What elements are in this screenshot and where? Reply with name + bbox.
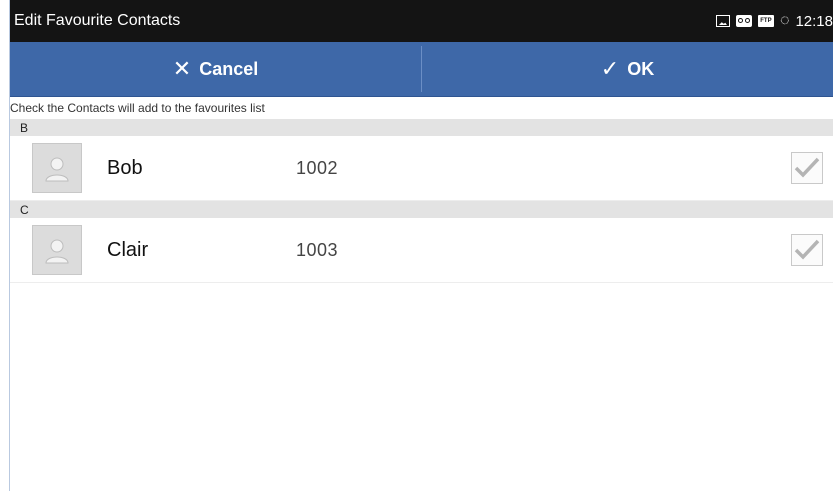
avatar <box>32 225 82 275</box>
check-icon: ✓ <box>600 56 620 81</box>
contact-name: Clair <box>107 238 149 261</box>
instruction-text: Check the Contacts will add to the favou… <box>10 101 265 115</box>
voicemail-icon <box>735 15 752 27</box>
clock: 12:18 <box>795 12 833 30</box>
ok-label: OK <box>627 58 655 79</box>
close-icon: ✕ <box>172 56 192 81</box>
favourite-checkbox[interactable] <box>791 234 823 266</box>
section-header-b: B <box>10 119 833 136</box>
cancel-button[interactable]: ✕ Cancel <box>10 42 421 96</box>
contact-name: Bob <box>107 156 143 179</box>
contact-row-bob[interactable]: Bob 1002 <box>10 136 833 201</box>
action-bar: ✕ Cancel ✓ OK <box>10 42 833 97</box>
sync-icon: ◌ <box>779 12 790 29</box>
contact-number: 1002 <box>296 157 339 178</box>
app-window: Edit Favourite Contacts FTP ◌ 12:18 ✕ Ca… <box>10 0 833 491</box>
person-icon <box>45 157 69 182</box>
status-bar: Edit Favourite Contacts FTP ◌ 12:18 <box>10 0 833 42</box>
checkmark-icon <box>794 157 820 178</box>
status-icons: FTP ◌ 12:18 <box>715 12 833 30</box>
favourite-checkbox[interactable] <box>791 152 823 184</box>
image-icon <box>715 15 730 27</box>
checkmark-icon <box>794 239 820 260</box>
ok-button[interactable]: ✓ OK <box>422 42 833 96</box>
screen-title: Edit Favourite Contacts <box>14 12 181 29</box>
contact-row-clair[interactable]: Clair 1003 <box>10 218 833 283</box>
avatar <box>32 143 82 193</box>
person-icon <box>45 239 69 264</box>
section-header-c: C <box>10 201 833 218</box>
cancel-label: Cancel <box>199 58 259 79</box>
contact-number: 1003 <box>296 239 339 260</box>
ftp-icon: FTP <box>757 15 774 27</box>
